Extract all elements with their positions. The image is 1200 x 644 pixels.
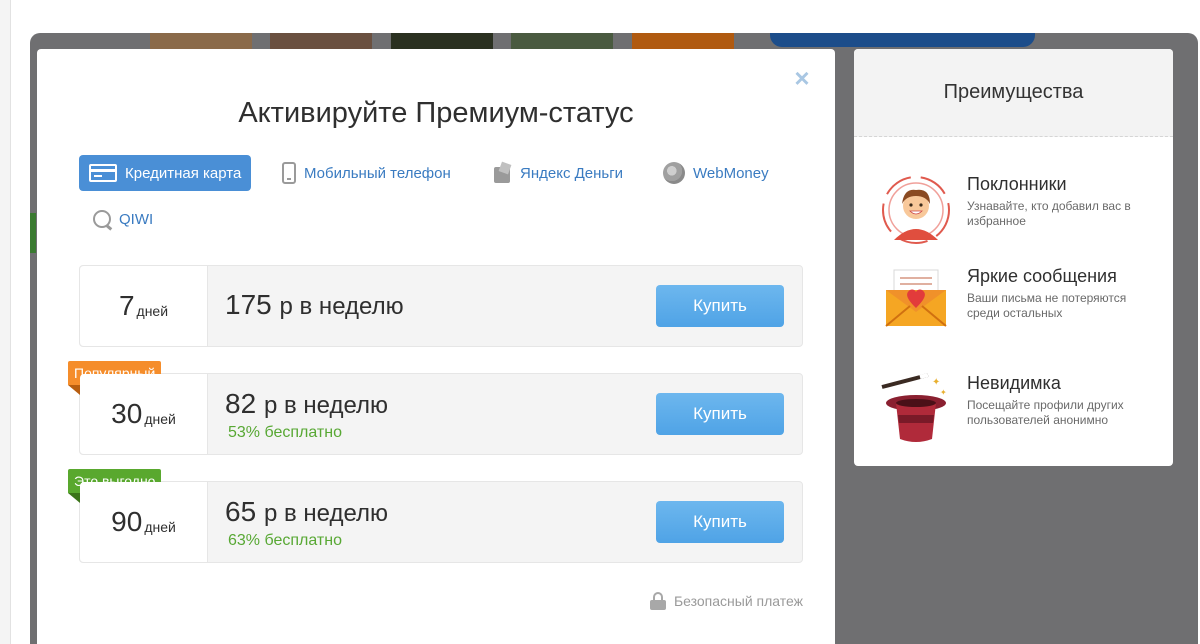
plan-price-value: 65	[225, 496, 257, 527]
plan-days-unit: дней	[144, 411, 176, 427]
love-letter-icon	[885, 269, 947, 327]
plan-discount: 53% бесплатно	[228, 424, 342, 442]
svg-text:✦: ✦	[932, 377, 940, 388]
plan-days-number: 30	[111, 398, 143, 429]
webmoney-icon	[663, 162, 685, 184]
plan-days: 7 дней	[80, 266, 208, 346]
plan-price-value: 175	[225, 289, 272, 320]
background-thumbnail	[632, 33, 734, 49]
tab-label: Мобильный телефон	[304, 164, 451, 182]
benefit-title: Поклонники	[967, 174, 1067, 194]
plan-days-unit: дней	[144, 519, 176, 535]
tab-label: QIWI	[119, 210, 154, 228]
modal-title: Активируйте Премиум-статус	[238, 97, 634, 129]
tab-label: WebMoney	[693, 164, 769, 182]
tab-webmoney[interactable]: WebMoney	[663, 155, 769, 191]
tab-credit-card[interactable]: Кредитная карта	[79, 155, 252, 191]
plan-price-unit: р в неделю	[263, 500, 389, 527]
secure-payment-note: Безопасный платеж	[649, 592, 803, 610]
plan-days-number: 7	[118, 290, 135, 321]
qiwi-icon	[93, 210, 111, 228]
tab-label: Яндекс Деньги	[520, 164, 624, 182]
plan-price-value: 82	[225, 388, 257, 419]
secure-payment-label: Безопасный платеж	[673, 593, 803, 609]
plan-price: 82 р в неделю	[225, 388, 388, 420]
background-green-bar	[30, 213, 36, 253]
magic-hat-icon: ✦ ✦	[881, 373, 947, 442]
benefit-title: Невидимка	[967, 373, 1061, 393]
plan-price-unit: р в неделю	[279, 293, 404, 320]
plan-days: 90 дней	[80, 482, 208, 562]
benefits-title: Преимущества	[854, 49, 1173, 137]
buy-button[interactable]: Купить	[656, 393, 784, 435]
plan-30-days: Популярный 30 дней 82 р в неделю 53% бес…	[68, 361, 803, 455]
tab-qiwi[interactable]: QIWI	[93, 201, 153, 237]
plan-days-unit: дней	[136, 303, 169, 319]
plan-price-unit: р в неделю	[263, 392, 389, 419]
benefit-title: Яркие сообщения	[967, 266, 1117, 286]
benefit-description: Ваши письма не потеряются среди остальны…	[967, 291, 1127, 320]
plan-days: 30 дней	[80, 374, 208, 454]
credit-card-icon	[89, 164, 117, 182]
tab-label: Кредитная карта	[125, 164, 242, 182]
benefit-description: Узнавайте, кто добавил вас в избранное	[967, 199, 1131, 228]
background-thumbnail	[391, 33, 493, 49]
lock-icon	[649, 592, 666, 610]
window-left-edge	[0, 0, 11, 644]
fan-avatar-icon	[882, 176, 950, 244]
yandex-money-icon	[492, 162, 512, 184]
plan-discount: 63% бесплатно	[228, 532, 342, 550]
plan-7-days: 7 дней 175 р в неделю Купить	[79, 265, 803, 347]
plan-price: 65 р в неделю	[225, 496, 388, 528]
buy-button[interactable]: Купить	[656, 285, 784, 327]
benefit-description: Посещайте профили других пользователей а…	[967, 398, 1124, 427]
buy-button[interactable]: Купить	[656, 501, 784, 543]
mobile-phone-icon	[282, 162, 296, 184]
plan-price: 175 р в неделю	[225, 289, 404, 321]
premium-modal: × Активируйте Премиум-статус Кредитная к…	[37, 49, 835, 644]
benefits-panel: Преимущества Поклонники Узнавайте, кто д…	[854, 49, 1173, 466]
background-button	[770, 33, 1035, 47]
svg-text:✦: ✦	[940, 388, 947, 397]
background-thumbnail	[270, 33, 372, 49]
tab-mobile-phone[interactable]: Мобильный телефон	[282, 155, 451, 191]
plan-days-number: 90	[111, 506, 143, 537]
close-icon[interactable]: ×	[791, 65, 813, 91]
plan-90-days: Это выгодно 90 дней 65 р в неделю 63% бе…	[68, 469, 803, 563]
background-thumbnail	[511, 33, 613, 49]
background-thumbnail	[150, 33, 252, 49]
tab-yandex-money[interactable]: Яндекс Деньги	[492, 155, 623, 191]
